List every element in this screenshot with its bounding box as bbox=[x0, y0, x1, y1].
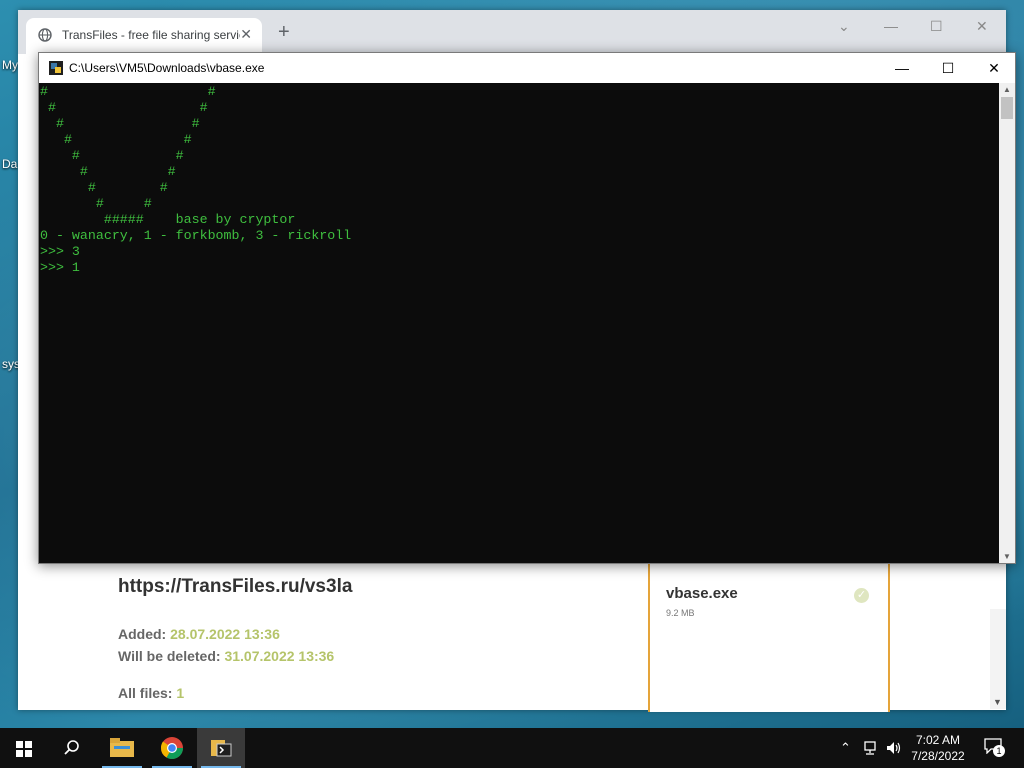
taskbar-chrome[interactable] bbox=[148, 728, 196, 768]
console-titlebar[interactable]: C:\Users\VM5\Downloads\vbase.exe — ☐ ✕ bbox=[39, 53, 1015, 83]
added-label: Added: bbox=[118, 626, 167, 642]
taskbar: ⌃ 7:02 AM 7/28/2022 1 bbox=[0, 728, 1024, 768]
notification-count-badge: 1 bbox=[993, 745, 1005, 757]
all-files-row: All files: 1 bbox=[118, 685, 184, 701]
clock-date: 7/28/2022 bbox=[911, 749, 965, 763]
console-window: C:\Users\VM5\Downloads\vbase.exe — ☐ ✕ #… bbox=[38, 52, 1016, 564]
deleted-label: Will be deleted: bbox=[118, 648, 221, 664]
chevron-down-icon[interactable]: ⌄ bbox=[838, 18, 850, 35]
all-files-label: All files: bbox=[118, 685, 173, 701]
minimize-button[interactable]: — bbox=[879, 53, 925, 83]
scrollbar-thumb[interactable] bbox=[1001, 97, 1013, 119]
file-explorer-icon bbox=[110, 738, 134, 757]
network-icon[interactable] bbox=[862, 741, 878, 755]
maximize-button[interactable]: ☐ bbox=[925, 53, 971, 83]
close-button[interactable]: ✕ bbox=[971, 53, 1017, 83]
close-icon[interactable]: ✕ bbox=[976, 18, 988, 35]
search-button[interactable] bbox=[48, 728, 96, 768]
file-name[interactable]: vbase.exe bbox=[666, 585, 738, 602]
console-app-icon bbox=[211, 740, 232, 757]
console-output: # # # # # # # # # # # # # # # # ##### ba… bbox=[40, 84, 352, 275]
chrome-tab-bar: TransFiles - free file sharing service ✕… bbox=[18, 10, 1006, 54]
desktop-icon-label[interactable]: My bbox=[2, 58, 18, 72]
maximize-icon[interactable]: ☐ bbox=[930, 18, 943, 35]
taskbar-clock[interactable]: 7:02 AM 7/28/2022 bbox=[900, 732, 976, 764]
console-output-area[interactable]: # # # # # # # # # # # # # # # # ##### ba… bbox=[39, 83, 999, 563]
action-center-button[interactable]: 1 bbox=[984, 738, 1006, 758]
console-title: C:\Users\VM5\Downloads\vbase.exe bbox=[69, 61, 265, 75]
file-size: 9.2 MB bbox=[666, 608, 695, 618]
scroll-up-icon[interactable]: ▲ bbox=[1003, 85, 1011, 94]
tab-title: TransFiles - free file sharing service bbox=[62, 28, 240, 42]
minimize-icon[interactable]: — bbox=[884, 18, 898, 34]
chrome-icon bbox=[160, 737, 183, 759]
windows-start-icon bbox=[16, 741, 32, 757]
start-button[interactable] bbox=[0, 728, 48, 768]
scroll-down-icon[interactable]: ▼ bbox=[1003, 552, 1011, 561]
python-app-icon bbox=[49, 61, 63, 75]
desktop-icon-label[interactable]: Da bbox=[2, 157, 17, 171]
share-link[interactable]: https://TransFiles.ru/vs3la bbox=[118, 576, 352, 598]
browser-tab[interactable]: TransFiles - free file sharing service ✕ bbox=[26, 18, 262, 54]
file-card[interactable]: vbase.exe 9.2 MB ✓ bbox=[648, 562, 890, 712]
all-files-value: 1 bbox=[176, 685, 185, 701]
scroll-down-icon[interactable]: ▼ bbox=[993, 697, 1002, 707]
page-scrollbar[interactable]: ▼ bbox=[990, 609, 1006, 709]
clock-time: 7:02 AM bbox=[915, 733, 961, 747]
added-row: Added: 28.07.2022 13:36 bbox=[118, 626, 280, 642]
console-scrollbar[interactable]: ▲ ▼ bbox=[999, 83, 1015, 563]
close-tab-icon[interactable]: ✕ bbox=[240, 26, 252, 43]
deleted-value: 31.07.2022 13:36 bbox=[224, 648, 335, 664]
taskbar-console-app[interactable] bbox=[197, 728, 245, 768]
taskbar-file-explorer[interactable] bbox=[98, 728, 146, 768]
deleted-row: Will be deleted: 31.07.2022 13:36 bbox=[118, 648, 334, 664]
added-value: 28.07.2022 13:36 bbox=[170, 626, 280, 642]
checkmark-icon: ✓ bbox=[854, 588, 869, 603]
search-icon bbox=[64, 740, 79, 755]
chevron-up-icon[interactable]: ⌃ bbox=[840, 740, 851, 756]
globe-icon bbox=[38, 28, 52, 42]
new-tab-button[interactable]: + bbox=[278, 22, 290, 42]
